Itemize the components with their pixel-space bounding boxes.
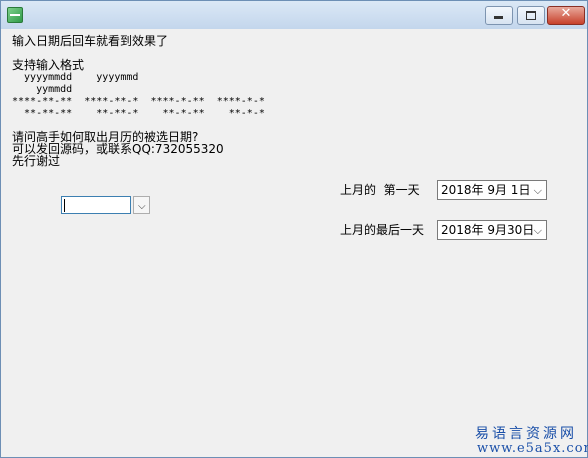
thanks-text: 先行谢过 <box>12 154 61 168</box>
chevron-down-icon[interactable]: ⌵ <box>534 184 542 198</box>
combo-dropdown-button[interactable]: ⌵ <box>133 196 150 214</box>
formats-heading: 支持输入格式 <box>12 58 85 72</box>
first-day-label: 上月的 第一天 <box>340 183 420 197</box>
maximize-icon <box>526 11 536 20</box>
minimize-button[interactable] <box>485 6 513 25</box>
close-icon: ✕ <box>560 6 572 21</box>
last-day-date-value: 2018年 9月30日 <box>441 223 535 237</box>
format-row: yyyymmdd yyyymmd <box>12 72 139 83</box>
title-bar[interactable]: ✕ <box>1 1 587 29</box>
date-input[interactable] <box>61 196 131 214</box>
watermark-url: www.e5a5x.com <box>477 441 588 456</box>
date-combo-box[interactable]: ⌵ <box>61 196 150 214</box>
last-day-label: 上月的最后一天 <box>340 223 425 237</box>
close-button[interactable]: ✕ <box>547 6 585 25</box>
first-day-date-value: 2018年 9月 1日 <box>441 183 531 197</box>
format-row: **-**-** **-**-* **-*-** **-*-* <box>12 108 265 119</box>
first-day-date-picker[interactable]: 2018年 9月 1日 ⌵ <box>437 180 547 200</box>
text-caret <box>64 199 65 212</box>
minimize-icon <box>494 16 503 19</box>
client-area: 输入日期后回车就看到效果了 支持输入格式 yyyymmdd yyyymmd yy… <box>2 29 588 456</box>
format-row: yymmdd <box>12 84 73 95</box>
maximize-button[interactable] <box>517 6 545 25</box>
format-row: ****-**-** ****-**-* ****-*-** ****-*-* <box>12 96 265 107</box>
last-day-date-picker[interactable]: 2018年 9月30日 ⌵ <box>437 220 547 240</box>
app-window: ✕ 输入日期后回车就看到效果了 支持输入格式 yyyymmdd yyyymmd … <box>0 0 588 458</box>
app-icon[interactable] <box>7 7 23 23</box>
watermark-title: 易语言资源网 <box>475 426 577 442</box>
instruction-text: 输入日期后回车就看到效果了 <box>12 34 169 48</box>
chevron-down-icon[interactable]: ⌵ <box>534 224 542 238</box>
chevron-down-icon: ⌵ <box>138 201 146 212</box>
